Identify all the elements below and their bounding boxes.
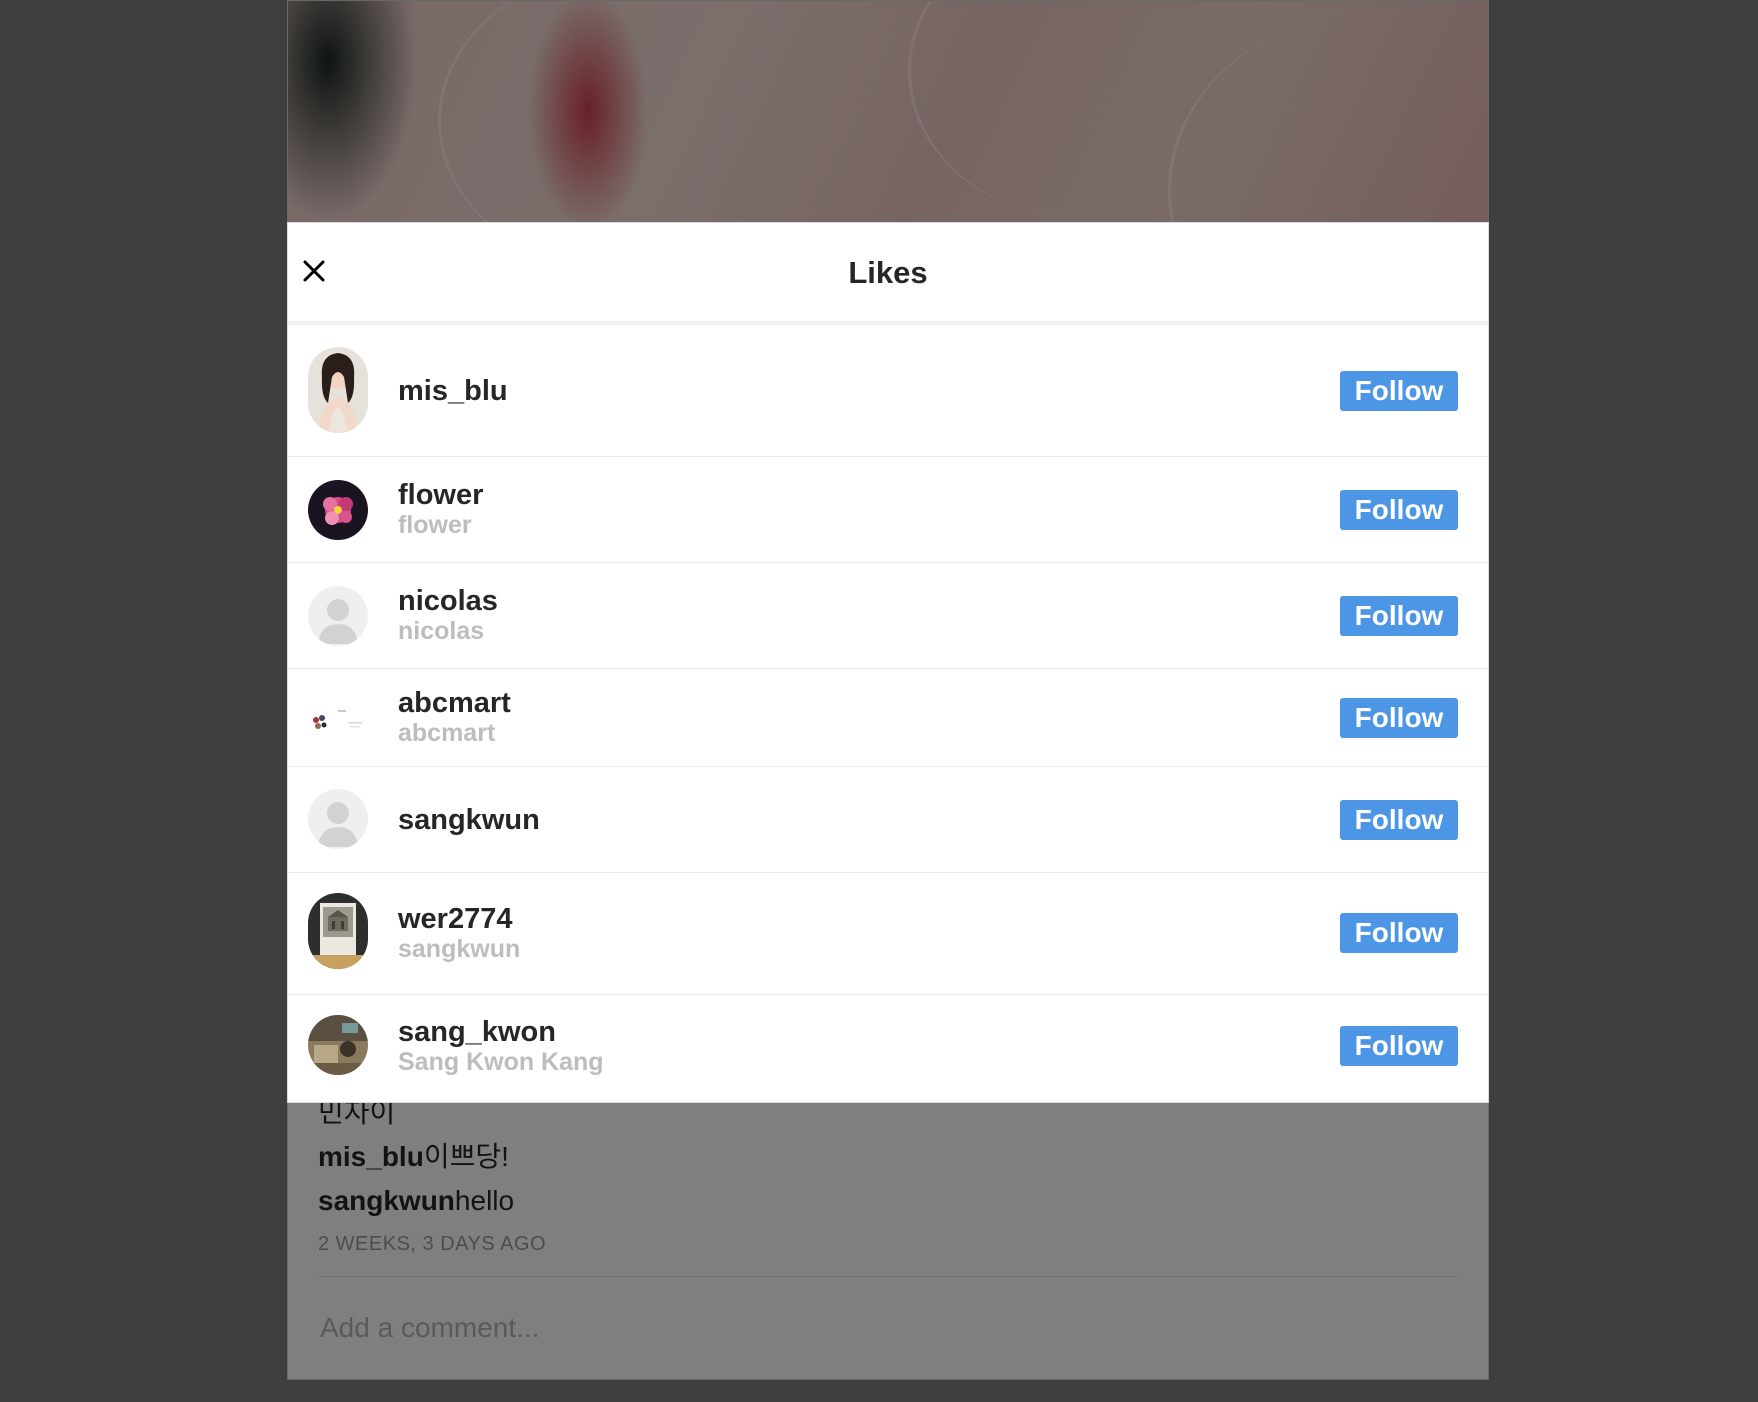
modal-header: Likes — [288, 223, 1488, 325]
username-link[interactable]: sang_kwon — [398, 1016, 604, 1048]
list-item: flower flower Follow — [288, 457, 1488, 563]
user-names: wer2774 sangkwun — [398, 903, 520, 963]
user-names: mis_blu — [398, 375, 508, 407]
list-item: mis_blu Follow — [288, 325, 1488, 457]
user-fullname: abcmart — [398, 719, 496, 747]
user-names: sang_kwon Sang Kwon Kang — [398, 1016, 604, 1076]
avatar[interactable] — [308, 688, 368, 748]
avatar[interactable] — [308, 893, 368, 969]
follow-button[interactable]: Follow — [1340, 800, 1458, 840]
list-item: wer2774 sangkwun Follow — [288, 873, 1488, 995]
username-link[interactable]: abcmart — [398, 687, 511, 719]
avatar[interactable] — [308, 586, 368, 646]
user-fullname: nicolas — [398, 617, 485, 645]
default-avatar-icon — [308, 586, 368, 646]
follow-button[interactable]: Follow — [1340, 913, 1458, 953]
list-item: sangkwun Follow — [288, 767, 1488, 873]
user-fullname: flower — [398, 511, 472, 539]
user-names: abcmart abcmart — [398, 687, 511, 747]
user-names: nicolas nicolas — [398, 585, 498, 645]
avatar[interactable] — [308, 1015, 368, 1075]
likes-list: mis_blu Follow flower flower Follow nico… — [288, 325, 1488, 1102]
username-link[interactable]: flower — [398, 479, 483, 511]
list-item: nicolas nicolas Follow — [288, 563, 1488, 669]
default-avatar-icon — [308, 789, 368, 849]
user-names: flower flower — [398, 479, 483, 539]
user-names: sangkwun — [398, 804, 540, 836]
user-fullname: Sang Kwon Kang — [398, 1048, 604, 1076]
avatar[interactable] — [308, 789, 368, 849]
username-link[interactable]: nicolas — [398, 585, 498, 617]
follow-button[interactable]: Follow — [1340, 1026, 1458, 1066]
username-link[interactable]: mis_blu — [398, 375, 508, 407]
user-fullname: sangkwun — [398, 935, 521, 963]
likes-modal: Likes mis_blu Follow flower flower Follo… — [287, 222, 1489, 1103]
follow-button[interactable]: Follow — [1340, 371, 1458, 411]
username-link[interactable]: wer2774 — [398, 903, 520, 935]
follow-button[interactable]: Follow — [1340, 490, 1458, 530]
list-item: sang_kwon Sang Kwon Kang Follow — [288, 995, 1488, 1102]
follow-button[interactable]: Follow — [1340, 596, 1458, 636]
list-item: abcmart abcmart Follow — [288, 669, 1488, 767]
avatar[interactable] — [308, 347, 368, 433]
avatar[interactable] — [308, 480, 368, 540]
modal-title: Likes — [848, 255, 928, 290]
follow-button[interactable]: Follow — [1340, 698, 1458, 738]
username-link[interactable]: sangkwun — [398, 804, 540, 836]
